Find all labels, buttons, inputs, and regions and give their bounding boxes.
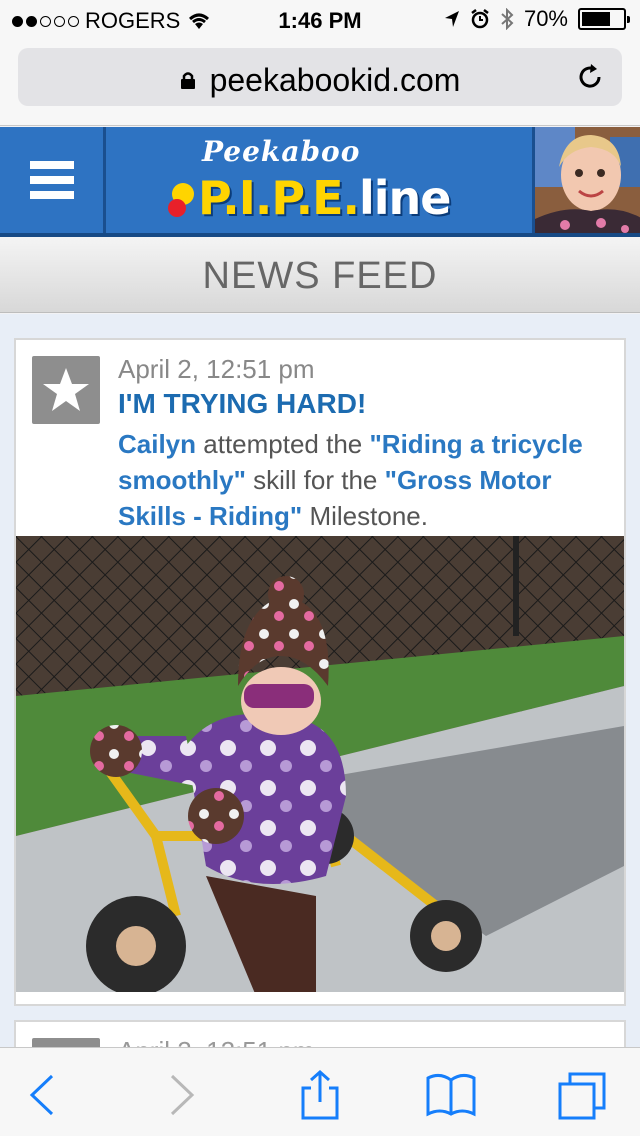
logo-main-text: P.I.P.E.line [198, 171, 451, 225]
reload-icon[interactable] [574, 61, 606, 93]
status-bar: ROGERS 1:46 PM 70% [0, 0, 640, 40]
hamburger-menu-button[interactable] [0, 127, 106, 233]
news-feed-header: NEWS FEED [0, 237, 640, 313]
logo-top-text: Peekaboo [202, 135, 361, 168]
url[interactable]: peekabookid.com [210, 62, 461, 98]
status-right: 70% [444, 6, 630, 32]
menu-icon [29, 161, 74, 169]
feed-list[interactable]: April 2, 12:51 pm I'M TRYING HARD! Caily… [0, 314, 640, 1047]
battery-percent: 70% [523, 6, 568, 31]
site-header: Peekaboo P.I.P.E.line [0, 127, 640, 235]
star-icon[interactable] [32, 356, 100, 424]
feed-card[interactable]: April 2, 12:51 pm [14, 1020, 626, 1047]
post-date: April 2, 12:51 pm [118, 354, 315, 384]
forward-icon[interactable] [156, 1070, 206, 1120]
lock-icon [180, 72, 195, 89]
back-icon[interactable] [18, 1070, 68, 1120]
post-date: April 2, 12:51 pm [118, 1036, 315, 1047]
child-name-link[interactable]: Cailyn [118, 429, 196, 459]
site-logo[interactable]: Peekaboo P.I.P.E.line [110, 127, 530, 233]
star-icon[interactable] [32, 1038, 100, 1047]
page-title: NEWS FEED [202, 255, 438, 297]
child-avatar[interactable] [532, 127, 640, 235]
location-icon [444, 11, 459, 27]
address-bar[interactable]: peekabookid.com [18, 48, 622, 106]
alarm-icon [471, 9, 489, 29]
share-icon[interactable] [295, 1070, 345, 1120]
bookmarks-icon[interactable] [426, 1070, 476, 1120]
browser-toolbar [0, 1047, 640, 1136]
bluetooth-icon [501, 8, 514, 30]
post-headline: I'M TRYING HARD! [118, 388, 367, 419]
feed-card[interactable]: April 2, 12:51 pm I'M TRYING HARD! Caily… [14, 338, 626, 1006]
address-text[interactable]: peekabookid.com [18, 62, 622, 99]
browser-address-area: peekabookid.com [0, 40, 640, 126]
tabs-icon[interactable] [558, 1070, 608, 1120]
post-photo[interactable] [16, 536, 624, 992]
child-photo-icon [535, 127, 640, 235]
post-description: Cailyn attempted the "Riding a tricycle … [118, 429, 583, 531]
battery-icon [578, 8, 630, 30]
